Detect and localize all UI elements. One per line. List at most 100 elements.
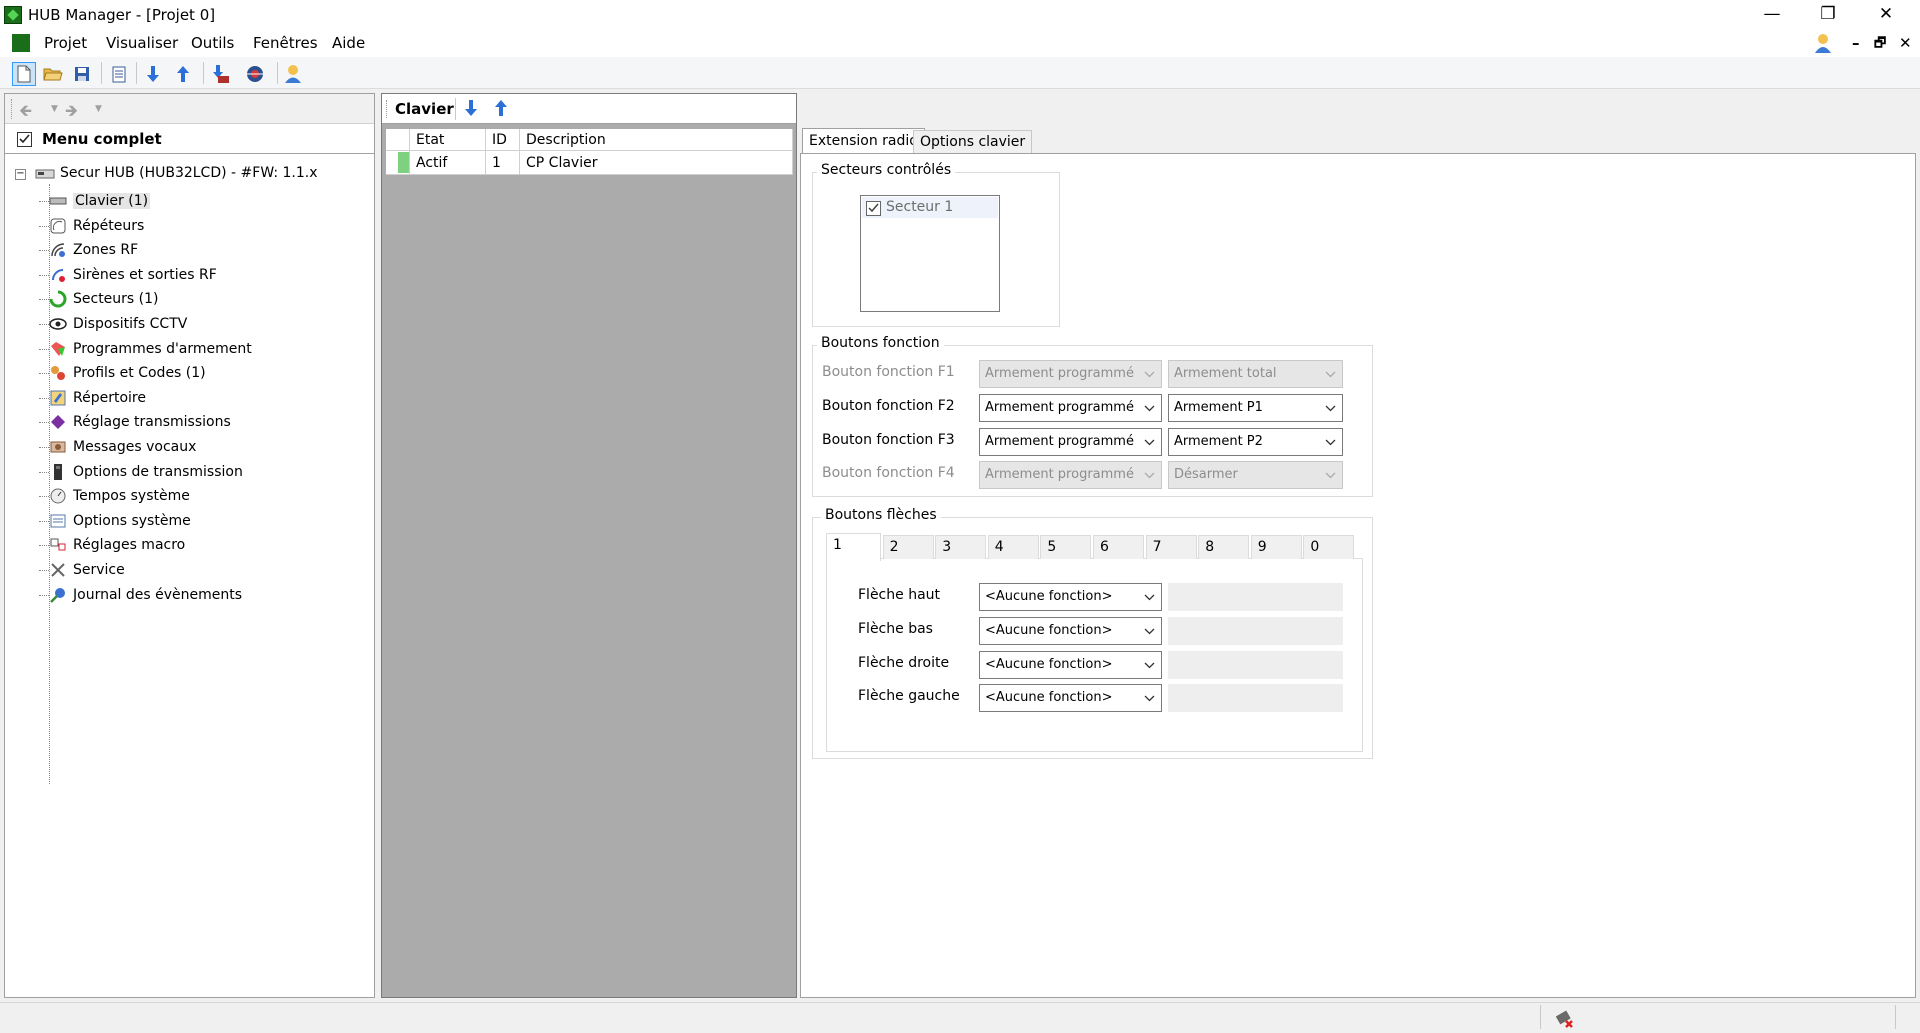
- chevron-down-icon: [1325, 395, 1336, 412]
- tree-item[interactable]: Options de transmission: [49, 460, 243, 484]
- connection-button[interactable]: [243, 62, 267, 86]
- arrow-tab-7[interactable]: 7: [1145, 535, 1197, 559]
- secteurs-list[interactable]: Secteur 1: [860, 195, 1000, 312]
- mdi-close-button[interactable]: ✕: [1899, 34, 1912, 52]
- properties-button[interactable]: [107, 62, 131, 86]
- menu-projet[interactable]: Projet: [44, 34, 87, 52]
- tree-connector: [39, 520, 49, 522]
- fonction-label: Bouton fonction F2: [822, 397, 955, 414]
- combo-value: Armement P2: [1174, 433, 1263, 449]
- arrow-tab-5[interactable]: 5: [1040, 535, 1092, 559]
- forward-dropdown-icon[interactable]: ▼: [95, 104, 102, 114]
- fleche-combo[interactable]: <Aucune fonction>: [979, 616, 1162, 645]
- device-list-title: Clavier: [395, 100, 454, 118]
- fleche-combo[interactable]: <Aucune fonction>: [979, 650, 1162, 679]
- chevron-down-icon: [1144, 652, 1155, 669]
- fonction-combo-b[interactable]: Armement P1: [1168, 393, 1343, 422]
- menu-complet-toggle[interactable]: Menu complet: [5, 126, 374, 154]
- cell-description[interactable]: CP Clavier: [520, 151, 793, 175]
- combo-value: Armement programmé: [985, 467, 1134, 483]
- arrow-tab-4[interactable]: 4: [987, 535, 1039, 559]
- fonction-combo-a[interactable]: Armement programmé: [979, 427, 1162, 456]
- grip-handle[interactable]: [386, 100, 389, 118]
- tree-item[interactable]: Service: [49, 558, 125, 582]
- tree-item[interactable]: Zones RF: [49, 238, 138, 262]
- arrow-tab-1[interactable]: 1: [826, 533, 881, 561]
- tree-item[interactable]: Journal des évènements: [49, 583, 242, 607]
- cell-etat[interactable]: Actif: [410, 151, 486, 175]
- restore-button[interactable]: ❐: [1800, 0, 1856, 30]
- upload-button[interactable]: [171, 62, 195, 86]
- new-file-button[interactable]: [12, 62, 36, 86]
- tree-connector: [39, 274, 49, 276]
- tab-extension-radio[interactable]: Extension radio: [802, 128, 925, 155]
- grip-handle[interactable]: [11, 99, 14, 119]
- arrow-tab-2[interactable]: 2: [882, 535, 934, 559]
- tree-item[interactable]: Profils et Codes (1): [49, 361, 206, 385]
- tree-item[interactable]: Options système: [49, 509, 191, 533]
- arrow-up-icon: [495, 100, 507, 116]
- cell-id[interactable]: 1: [486, 151, 520, 175]
- sectors-icon: [49, 290, 67, 308]
- move-up-button[interactable]: [494, 99, 508, 121]
- menu-aide[interactable]: Aide: [332, 34, 365, 52]
- forward-arrow-icon[interactable]: 🡺: [65, 100, 78, 127]
- collapse-toggle[interactable]: −: [15, 169, 26, 180]
- row-selector[interactable]: [386, 151, 410, 175]
- close-button[interactable]: ✕: [1858, 0, 1914, 30]
- tab-options-clavier[interactable]: Options clavier: [913, 130, 1033, 153]
- tree-item[interactable]: Réglage transmissions: [49, 410, 231, 434]
- tree-item[interactable]: Sirènes et sorties RF: [49, 263, 217, 287]
- menu-complet-checkbox[interactable]: [17, 132, 32, 147]
- menu-fenetres[interactable]: Fenêtres: [253, 34, 318, 52]
- download-all-button[interactable]: [208, 62, 232, 86]
- fleche-combo[interactable]: <Aucune fonction>: [979, 684, 1162, 713]
- tree-item[interactable]: Messages vocaux: [49, 435, 196, 459]
- tree-item[interactable]: Tempos système: [49, 484, 190, 508]
- floppy-icon: [75, 67, 89, 81]
- secteur-checkbox[interactable]: [866, 201, 881, 216]
- tree-item[interactable]: Programmes d'armement: [49, 337, 252, 361]
- tree-connector: [39, 594, 49, 596]
- menu-outils[interactable]: Outils: [191, 34, 234, 52]
- open-button[interactable]: [41, 62, 65, 86]
- arrow-tab-8[interactable]: 8: [1198, 535, 1250, 559]
- move-down-button[interactable]: [464, 99, 478, 121]
- mdi-minimize-button[interactable]: –: [1852, 34, 1860, 52]
- user-button[interactable]: [281, 62, 305, 86]
- arrow-tab-0[interactable]: 0: [1303, 535, 1355, 559]
- back-arrow-icon[interactable]: 🡸: [19, 100, 32, 127]
- mdi-restore-button[interactable]: 🗗: [1874, 34, 1886, 56]
- tree-item[interactable]: Répertoire: [49, 386, 146, 410]
- navigation-panel: 🡸 ▼ 🡺 ▼ Menu complet − Secur HUB (HUB32L…: [4, 93, 375, 998]
- tree-root-label[interactable]: Secur HUB (HUB32LCD) - #FW: 1.1.x: [60, 165, 318, 181]
- fleche-combo[interactable]: <Aucune fonction>: [979, 583, 1162, 611]
- mdi-app-icon[interactable]: [12, 34, 30, 52]
- window-title: HUB Manager - [Projet 0]: [28, 6, 216, 24]
- column-header-etat[interactable]: Etat: [410, 129, 486, 151]
- column-header-description[interactable]: Description: [520, 129, 793, 151]
- arrow-tab-6[interactable]: 6: [1093, 535, 1144, 559]
- menu-visualiser[interactable]: Visualiser: [106, 34, 178, 52]
- tree-item-label: Tempos système: [73, 488, 190, 505]
- arrow-tab-9[interactable]: 9: [1250, 535, 1302, 559]
- user-icon[interactable]: [1813, 32, 1833, 54]
- arrow-tab-3[interactable]: 3: [935, 535, 987, 559]
- tree-item[interactable]: Dispositifs CCTV: [49, 312, 187, 336]
- minimize-button[interactable]: —: [1744, 0, 1800, 30]
- download-button[interactable]: [141, 62, 165, 86]
- secteur-label: Secteur 1: [886, 199, 954, 215]
- tree-item-label: Répéteurs: [73, 217, 145, 234]
- siren-icon: [49, 266, 67, 284]
- toolbar-separator: [203, 62, 204, 84]
- chevron-down-icon: [1144, 361, 1155, 378]
- tree-item[interactable]: Réglages macro: [49, 533, 185, 557]
- back-dropdown-icon[interactable]: ▼: [51, 104, 58, 114]
- tree-item[interactable]: Répéteurs: [49, 214, 144, 238]
- tree-item[interactable]: Clavier (1): [49, 189, 151, 213]
- save-button[interactable]: [70, 62, 94, 86]
- fonction-combo-a[interactable]: Armement programmé: [979, 393, 1162, 422]
- tree-item[interactable]: Secteurs (1): [49, 287, 159, 311]
- column-header-id[interactable]: ID: [486, 129, 520, 151]
- fonction-combo-b[interactable]: Armement P2: [1168, 427, 1343, 456]
